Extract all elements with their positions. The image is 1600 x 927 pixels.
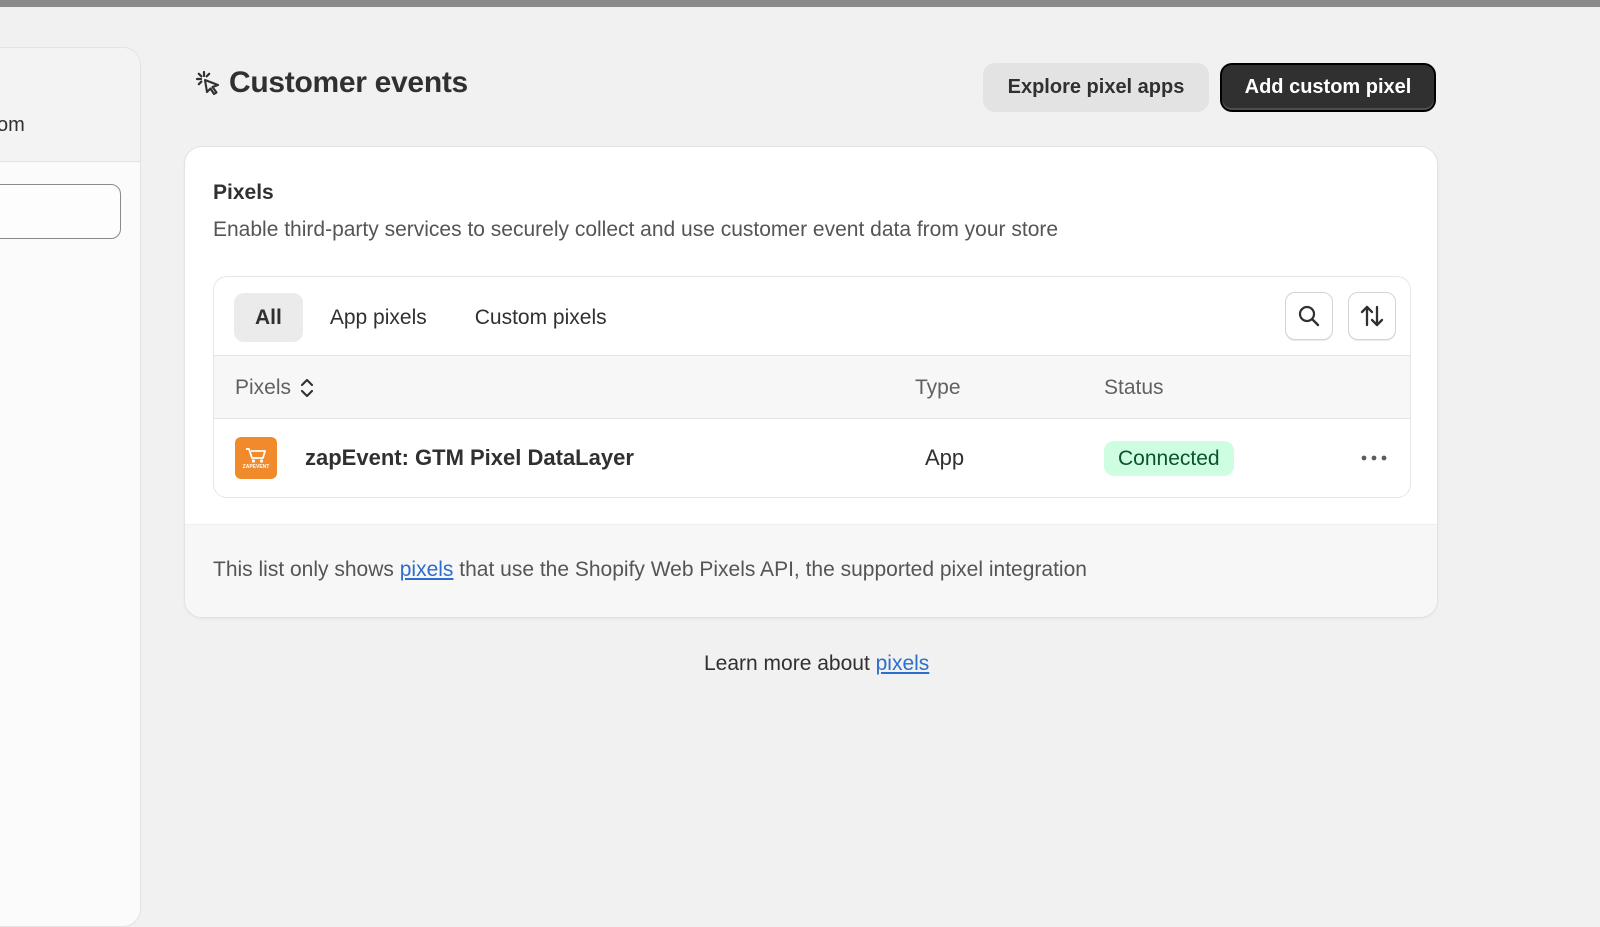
zapevent-app-icon: ZAPEVENT	[235, 437, 277, 479]
learn-more-text: Learn more about pixels	[704, 652, 929, 676]
learn-more-label: Learn more about	[704, 652, 876, 675]
sort-arrows-icon	[1360, 305, 1384, 327]
settings-sidebar: om	[0, 47, 141, 927]
ellipsis-icon	[1361, 455, 1387, 461]
explore-pixel-apps-button[interactable]: Explore pixel apps	[983, 63, 1209, 112]
shopping-cart-icon	[246, 448, 266, 463]
chevron-up-down-icon	[300, 378, 314, 398]
sort-button[interactable]	[1348, 292, 1396, 340]
tab-custom-pixels[interactable]: Custom pixels	[454, 293, 628, 342]
tab-app-pixels[interactable]: App pixels	[309, 293, 448, 342]
learn-more-pixels-link[interactable]: pixels	[876, 652, 930, 675]
table-row[interactable]: ZAPEVENT zapEvent: GTM Pixel DataLayer A…	[214, 419, 1410, 497]
card-title: Pixels	[213, 181, 274, 204]
filter-tabs: All App pixels Custom pixels	[234, 293, 634, 342]
pixel-name[interactable]: zapEvent: GTM Pixel DataLayer	[305, 445, 634, 471]
sidebar-search-input[interactable]	[0, 184, 121, 239]
search-button[interactable]	[1285, 292, 1333, 340]
sidebar-body	[0, 163, 140, 926]
card-footer: This list only shows pixels that use the…	[185, 524, 1437, 617]
footer-note: This list only shows pixels that use the…	[213, 558, 1087, 582]
more-actions-button[interactable]	[1358, 443, 1390, 473]
footer-text-after: that use the Shopify Web Pixels API, the…	[453, 558, 1087, 581]
column-header-pixels-label: Pixels	[235, 376, 292, 399]
tab-all[interactable]: All	[234, 293, 303, 342]
app-icon-label: ZAPEVENT	[242, 464, 270, 470]
search-icon	[1298, 305, 1320, 327]
add-custom-pixel-button[interactable]: Add custom pixel	[1220, 63, 1436, 112]
card-description: Enable third-party services to securely …	[213, 218, 1059, 241]
page-title: Customer events	[229, 66, 468, 99]
footer-text-before: This list only shows	[213, 558, 400, 581]
top-progress-bar	[0, 0, 1600, 7]
sidebar-store-url: om	[0, 114, 25, 136]
pixels-card: Pixels Enable third-party services to se…	[184, 146, 1438, 618]
table-header: Pixels Type Status	[214, 355, 1410, 419]
column-header-pixels[interactable]: Pixels	[235, 376, 315, 400]
sidebar-header: om	[0, 48, 140, 162]
pixels-link[interactable]: pixels	[400, 558, 454, 581]
status-badge: Connected	[1104, 441, 1234, 476]
pixel-type: App	[925, 445, 965, 470]
column-header-status: Status	[1104, 376, 1164, 399]
cursor-click-icon	[195, 70, 220, 96]
page-header: Customer events	[195, 66, 468, 100]
column-header-type: Type	[915, 376, 961, 399]
pixels-table: All App pixels Custom pixels Pixels Type…	[213, 276, 1411, 498]
